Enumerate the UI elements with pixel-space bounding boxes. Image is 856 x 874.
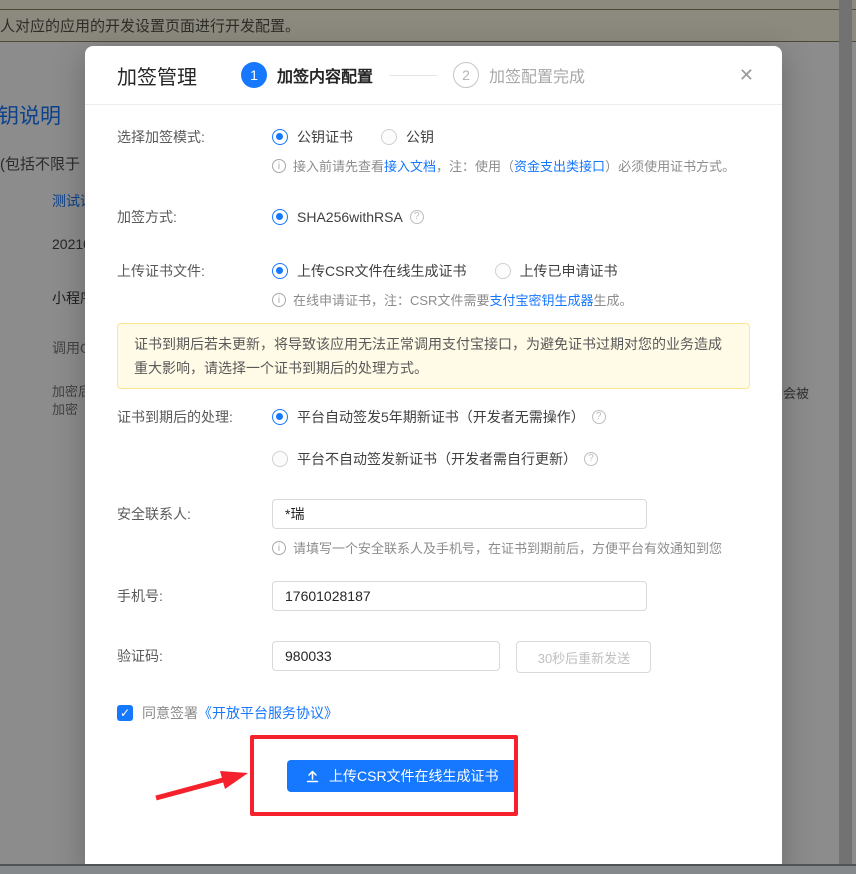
- contact-input[interactable]: [272, 499, 647, 529]
- dialog-body: 选择加签模式: 公钥证书 公钥 i 接入前请先查: [85, 105, 782, 792]
- screen: 人对应的应用的开发设置页面进行开发配置。 钥说明 (包括不限于 测试证 2021…: [0, 0, 856, 874]
- code-input[interactable]: [272, 641, 500, 671]
- step-indicator: 1 加签内容配置 2 加签配置完成: [241, 62, 585, 88]
- agreement-text: 同意签署: [142, 703, 198, 723]
- annotation-arrow-icon: [152, 763, 257, 805]
- radio-public-key-cert[interactable]: [272, 129, 288, 145]
- radio-upload-existing-cert[interactable]: [495, 263, 511, 279]
- dialog-header: 加签管理 1 加签内容配置 2 加签配置完成 ✕: [85, 46, 782, 105]
- radio-upload-csr[interactable]: [272, 263, 288, 279]
- help-icon[interactable]: ?: [584, 452, 598, 466]
- phone-label: 手机号:: [117, 581, 272, 611]
- radio-no-auto-renew-label[interactable]: 平台不自动签发新证书（开发者需自行更新）: [297, 449, 577, 469]
- row-contact: 安全联系人: i 请填写一个安全联系人及手机号，在证书到期前后，方便平台有效通知…: [117, 499, 750, 557]
- warning-box: 证书到期后若未更新，将导致该应用无法正常调用支付宝接口，为避免证书过期对您的业务…: [117, 323, 750, 389]
- row-phone: 手机号:: [117, 581, 750, 611]
- step-connector: [389, 75, 437, 76]
- row-agreement: ✓ 同意签署 《开放平台服务协议》: [117, 703, 750, 723]
- cert-file-hint: i 在线申请证书，注：CSR文件需要支付宝密钥生成器生成。: [272, 290, 750, 309]
- step-2-circle: 2: [453, 62, 479, 88]
- phone-input[interactable]: [272, 581, 647, 611]
- cert-file-label: 上传证书文件:: [117, 261, 272, 281]
- key-generator-link[interactable]: 支付宝密钥生成器: [489, 293, 593, 308]
- radio-sha256-label[interactable]: SHA256withRSA: [297, 207, 403, 227]
- radio-public-key[interactable]: [381, 129, 397, 145]
- access-doc-link[interactable]: 接入文档: [384, 159, 436, 174]
- contact-label: 安全联系人:: [117, 499, 272, 529]
- row-cert-file: 上传证书文件: 上传CSR文件在线生成证书 上传已申请证书 i: [117, 261, 750, 309]
- sign-mode-hint: i 接入前请先查看接入文档，注：使用（资金支出类接口）必须使用证书方式。: [272, 156, 750, 175]
- radio-upload-csr-label[interactable]: 上传CSR文件在线生成证书: [297, 261, 467, 281]
- radio-no-auto-renew[interactable]: [272, 451, 288, 467]
- step-2-label: 加签配置完成: [489, 63, 585, 87]
- fund-api-link[interactable]: 资金支出类接口: [514, 159, 605, 174]
- help-icon[interactable]: ?: [592, 410, 606, 424]
- contact-hint: i 请填写一个安全联系人及手机号，在证书到期前后，方便平台有效通知到您: [272, 538, 750, 557]
- radio-auto-renew[interactable]: [272, 409, 288, 425]
- agreement-checkbox[interactable]: ✓: [117, 705, 133, 721]
- radio-upload-existing-cert-label[interactable]: 上传已申请证书: [520, 261, 618, 281]
- window-bottom-edge: [0, 864, 856, 874]
- row-sign-method: 加签方式: SHA256withRSA ?: [117, 207, 750, 227]
- info-icon: i: [272, 293, 286, 307]
- info-icon: i: [272, 541, 286, 555]
- radio-auto-renew-label[interactable]: 平台自动签发5年期新证书（开发者无需操作）: [297, 407, 585, 427]
- expiry-label: 证书到期后的处理:: [117, 407, 272, 427]
- radio-public-key-label[interactable]: 公钥: [406, 127, 434, 147]
- agreement-link[interactable]: 《开放平台服务协议》: [198, 703, 338, 723]
- close-icon[interactable]: ✕: [739, 66, 754, 84]
- sign-method-label: 加签方式:: [117, 207, 272, 227]
- step-1-circle: 1: [241, 62, 267, 88]
- help-icon[interactable]: ?: [410, 210, 424, 224]
- row-code: 验证码: 30秒后重新发送: [117, 641, 750, 673]
- sign-mode-label: 选择加签模式:: [117, 127, 272, 147]
- radio-public-key-cert-label[interactable]: 公钥证书: [297, 127, 353, 147]
- row-sign-mode: 选择加签模式: 公钥证书 公钥 i 接入前请先查: [117, 127, 750, 175]
- row-expiry-handling: 证书到期后的处理: 平台自动签发5年期新证书（开发者无需操作） ? 平台不自动签…: [117, 407, 750, 469]
- info-icon: i: [272, 159, 286, 173]
- dialog-title: 加签管理: [117, 61, 197, 90]
- step-1-label: 加签内容配置: [277, 63, 373, 87]
- code-label: 验证码:: [117, 641, 272, 671]
- annotation-highlight-box: [250, 735, 518, 816]
- radio-sha256[interactable]: [272, 209, 288, 225]
- resend-code-button[interactable]: 30秒后重新发送: [516, 641, 651, 673]
